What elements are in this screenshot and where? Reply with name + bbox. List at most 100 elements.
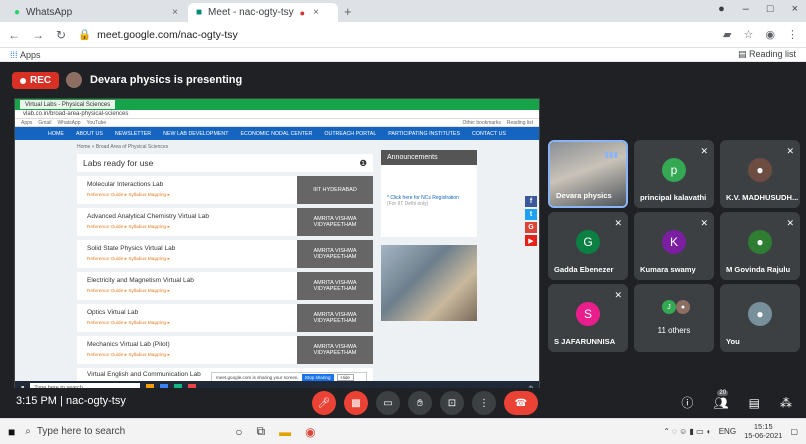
recording-dot-icon: ● [299,7,306,18]
activities-button[interactable]: ⁂ [780,396,792,410]
taskbar-clock[interactable]: 15:15 15-06-2021 [744,422,782,440]
close-tab-icon[interactable]: × [313,7,319,18]
chat-button[interactable]: ▤ [749,396,760,410]
tab-whatsapp[interactable]: ● WhatsApp × [6,3,186,22]
participant-name: principal kalavathi [640,193,707,202]
lab-name: Electricity and Magnetism Virtual Lab [87,277,194,284]
minimize-button[interactable]: – [743,3,749,15]
browser-toolbar: ← → ↻ 🔒 meet.google.com/nac-ogty-tsy ▰ ☆… [0,22,806,48]
meet-stage: REC Devara physics is presenting Virtual… [0,62,806,414]
bookmarks-bar: ⁞⁞⁞ Apps ▤ Reading list [0,48,806,62]
participant-name: K.V. MADHUSUDH... [726,193,799,202]
address-bar[interactable]: 🔒 meet.google.com/nac-ogty-tsy [78,28,238,42]
task-view-icon[interactable]: ○ [235,425,242,439]
people-button[interactable]: 👥︎ 20 [713,389,729,410]
lab-links: Reference Guide ▸ Syllabus Mapping ▸ [87,225,170,230]
participant-name: You [726,337,740,346]
maximize-button[interactable]: □ [767,3,774,15]
others-avatars: J ● [662,300,690,314]
task-view-icon[interactable]: ⧉ [257,424,266,439]
lab-name: Solid State Physics Virtual Lab [87,245,176,252]
camera-indicator-icon[interactable]: ▰ [723,28,731,41]
hide-button: Hide [336,374,354,381]
tab-meet[interactable]: ■ Meet - nac-ogty-tsy ● × [188,3,338,22]
file-explorer-icon[interactable]: ▬ [279,425,291,439]
chrome-icon[interactable]: ◉ [305,425,315,439]
back-icon[interactable]: ← [8,28,20,42]
more-options-button[interactable]: ⋮ [472,391,496,415]
share-popup-text: meet.google.com is sharing your screen. [216,375,299,380]
lab-name: Mechanics Virtual Lab (Pilot) [87,341,170,348]
present-button[interactable]: ⊡ [440,391,464,415]
participant-tile[interactable]: ✕ K Kumara swamy [634,212,714,280]
shared-address: vlab.co.in/broad-area-physical-sciences [15,110,539,119]
leave-call-button[interactable]: ☎︎ [504,391,538,415]
menu-icon[interactable]: ⋮ [787,28,798,41]
announcements-body: * Click here for NCs Registration (For I… [381,165,477,237]
self-photo: ● [748,302,772,326]
others-count: 11 others [657,326,691,335]
presenting-banner: Devara physics is presenting [66,72,242,88]
social-links: f t G ▶ [525,196,537,246]
shared-page-body: Home » Broad Area of Physical Sciences L… [15,140,539,385]
shared-nav-item: NEWSLETTER [114,130,152,137]
meeting-info-button[interactable]: ⓘ [681,394,693,411]
close-window-button[interactable]: × [792,3,798,15]
lab-name: Optics Virtual Lab [87,309,139,316]
labs-column: Home » Broad Area of Physical Sciences L… [77,144,373,386]
rec-dot-icon [20,77,26,84]
windows-start-icon[interactable]: ■ [8,425,15,439]
participant-tile[interactable]: ✕ ● K.V. MADHUSUDH... [720,140,800,208]
participant-name: S JAFARUNNISA [554,337,616,346]
new-tab-button[interactable]: + [344,4,352,19]
lab-institute: AMRITA VISHWA VIDYAPEETHAM [297,240,373,268]
profile-avatar[interactable]: ◉ [765,28,775,41]
profile-icon[interactable]: ● [718,3,725,15]
shared-screen: Virtual Labs - Physical Sciences vlab.co… [14,98,540,396]
shared-tab: Virtual Labs - Physical Sciences [20,100,116,109]
shared-nav-item: NEW LAB DEVELOPMENT [163,130,229,137]
lab-row: Solid State Physics Virtual Lab Referenc… [77,240,373,268]
reload-icon[interactable]: ↻ [56,28,66,42]
forward-icon[interactable]: → [32,28,44,42]
taskbar-search[interactable]: ⌕ Type here to search [15,426,205,437]
rec-badge: REC [12,72,60,89]
participant-photo: ● [676,300,690,314]
participant-avatar: p [662,158,686,182]
bookmark-star-icon[interactable]: ☆ [744,28,754,41]
others-tile[interactable]: J ● 11 others [634,284,714,352]
shared-breadcrumb: Home » Broad Area of Physical Sciences [77,144,169,150]
speaking-indicator-icon: ▮▮▮ [604,150,618,159]
shared-bookmark: Apps [21,119,33,126]
participant-avatar: J [662,300,676,314]
bookmark-apps[interactable]: Apps [20,50,41,60]
lab-institute: AMRITA VISHWA VIDYAPEETHAM [297,208,373,236]
self-tile[interactable]: ● You [720,284,800,352]
participant-name: Kumara swamy [640,265,696,274]
camera-toggle-button[interactable]: ▩ [344,391,368,415]
participant-tile[interactable]: ✕ S S JAFARUNNISA [548,284,628,352]
participant-avatar: G [576,230,600,254]
lab-row: Mechanics Virtual Lab (Pilot) Reference … [77,336,373,364]
shared-bookmarks: Apps Gmail WhatsApp YouTube Other bookma… [15,119,539,127]
apps-grid-icon[interactable]: ⁞⁞⁞ [10,50,18,60]
lab-institute: AMRITA VISHWA VIDYAPEETHAM [297,336,373,364]
participant-tile-presenter[interactable]: ▮▮▮ Devara physics [548,140,628,208]
shared-site-nav: HOME ABOUT US NEWSLETTER NEW LAB DEVELOP… [15,127,539,140]
close-tab-icon[interactable]: × [172,7,178,18]
notifications-icon[interactable]: ▢ [790,427,798,436]
participant-name: M Govinda Rajulu [726,265,791,274]
participant-tile[interactable]: ✕ G Gadda Ebenezer [548,212,628,280]
raise-hand-button[interactable]: ✋︎ [408,391,432,415]
captions-button[interactable]: ▭ [376,391,400,415]
lab-row: Electricity and Magnetism Virtual Lab Re… [77,272,373,300]
participant-tile[interactable]: ✕ p principal kalavathi [634,140,714,208]
language-indicator[interactable]: ENG [719,427,736,436]
tray-icons[interactable]: ⌃ ◌ ☺ ▮ ▭ ◖ [663,427,711,436]
mic-toggle-button[interactable]: 🎤︎ [312,391,336,415]
lab-links: Reference Guide ▸ Syllabus Mapping ▸ [87,289,170,294]
participant-tile[interactable]: ✕ ● M Govinda Rajulu [720,212,800,280]
lab-row: Optics Virtual Lab Reference Guide ▸ Syl… [77,304,373,332]
reading-list-button[interactable]: ▤ Reading list [738,49,796,60]
shared-nav-item: PARTICIPATING INSTITUTES [388,130,460,137]
